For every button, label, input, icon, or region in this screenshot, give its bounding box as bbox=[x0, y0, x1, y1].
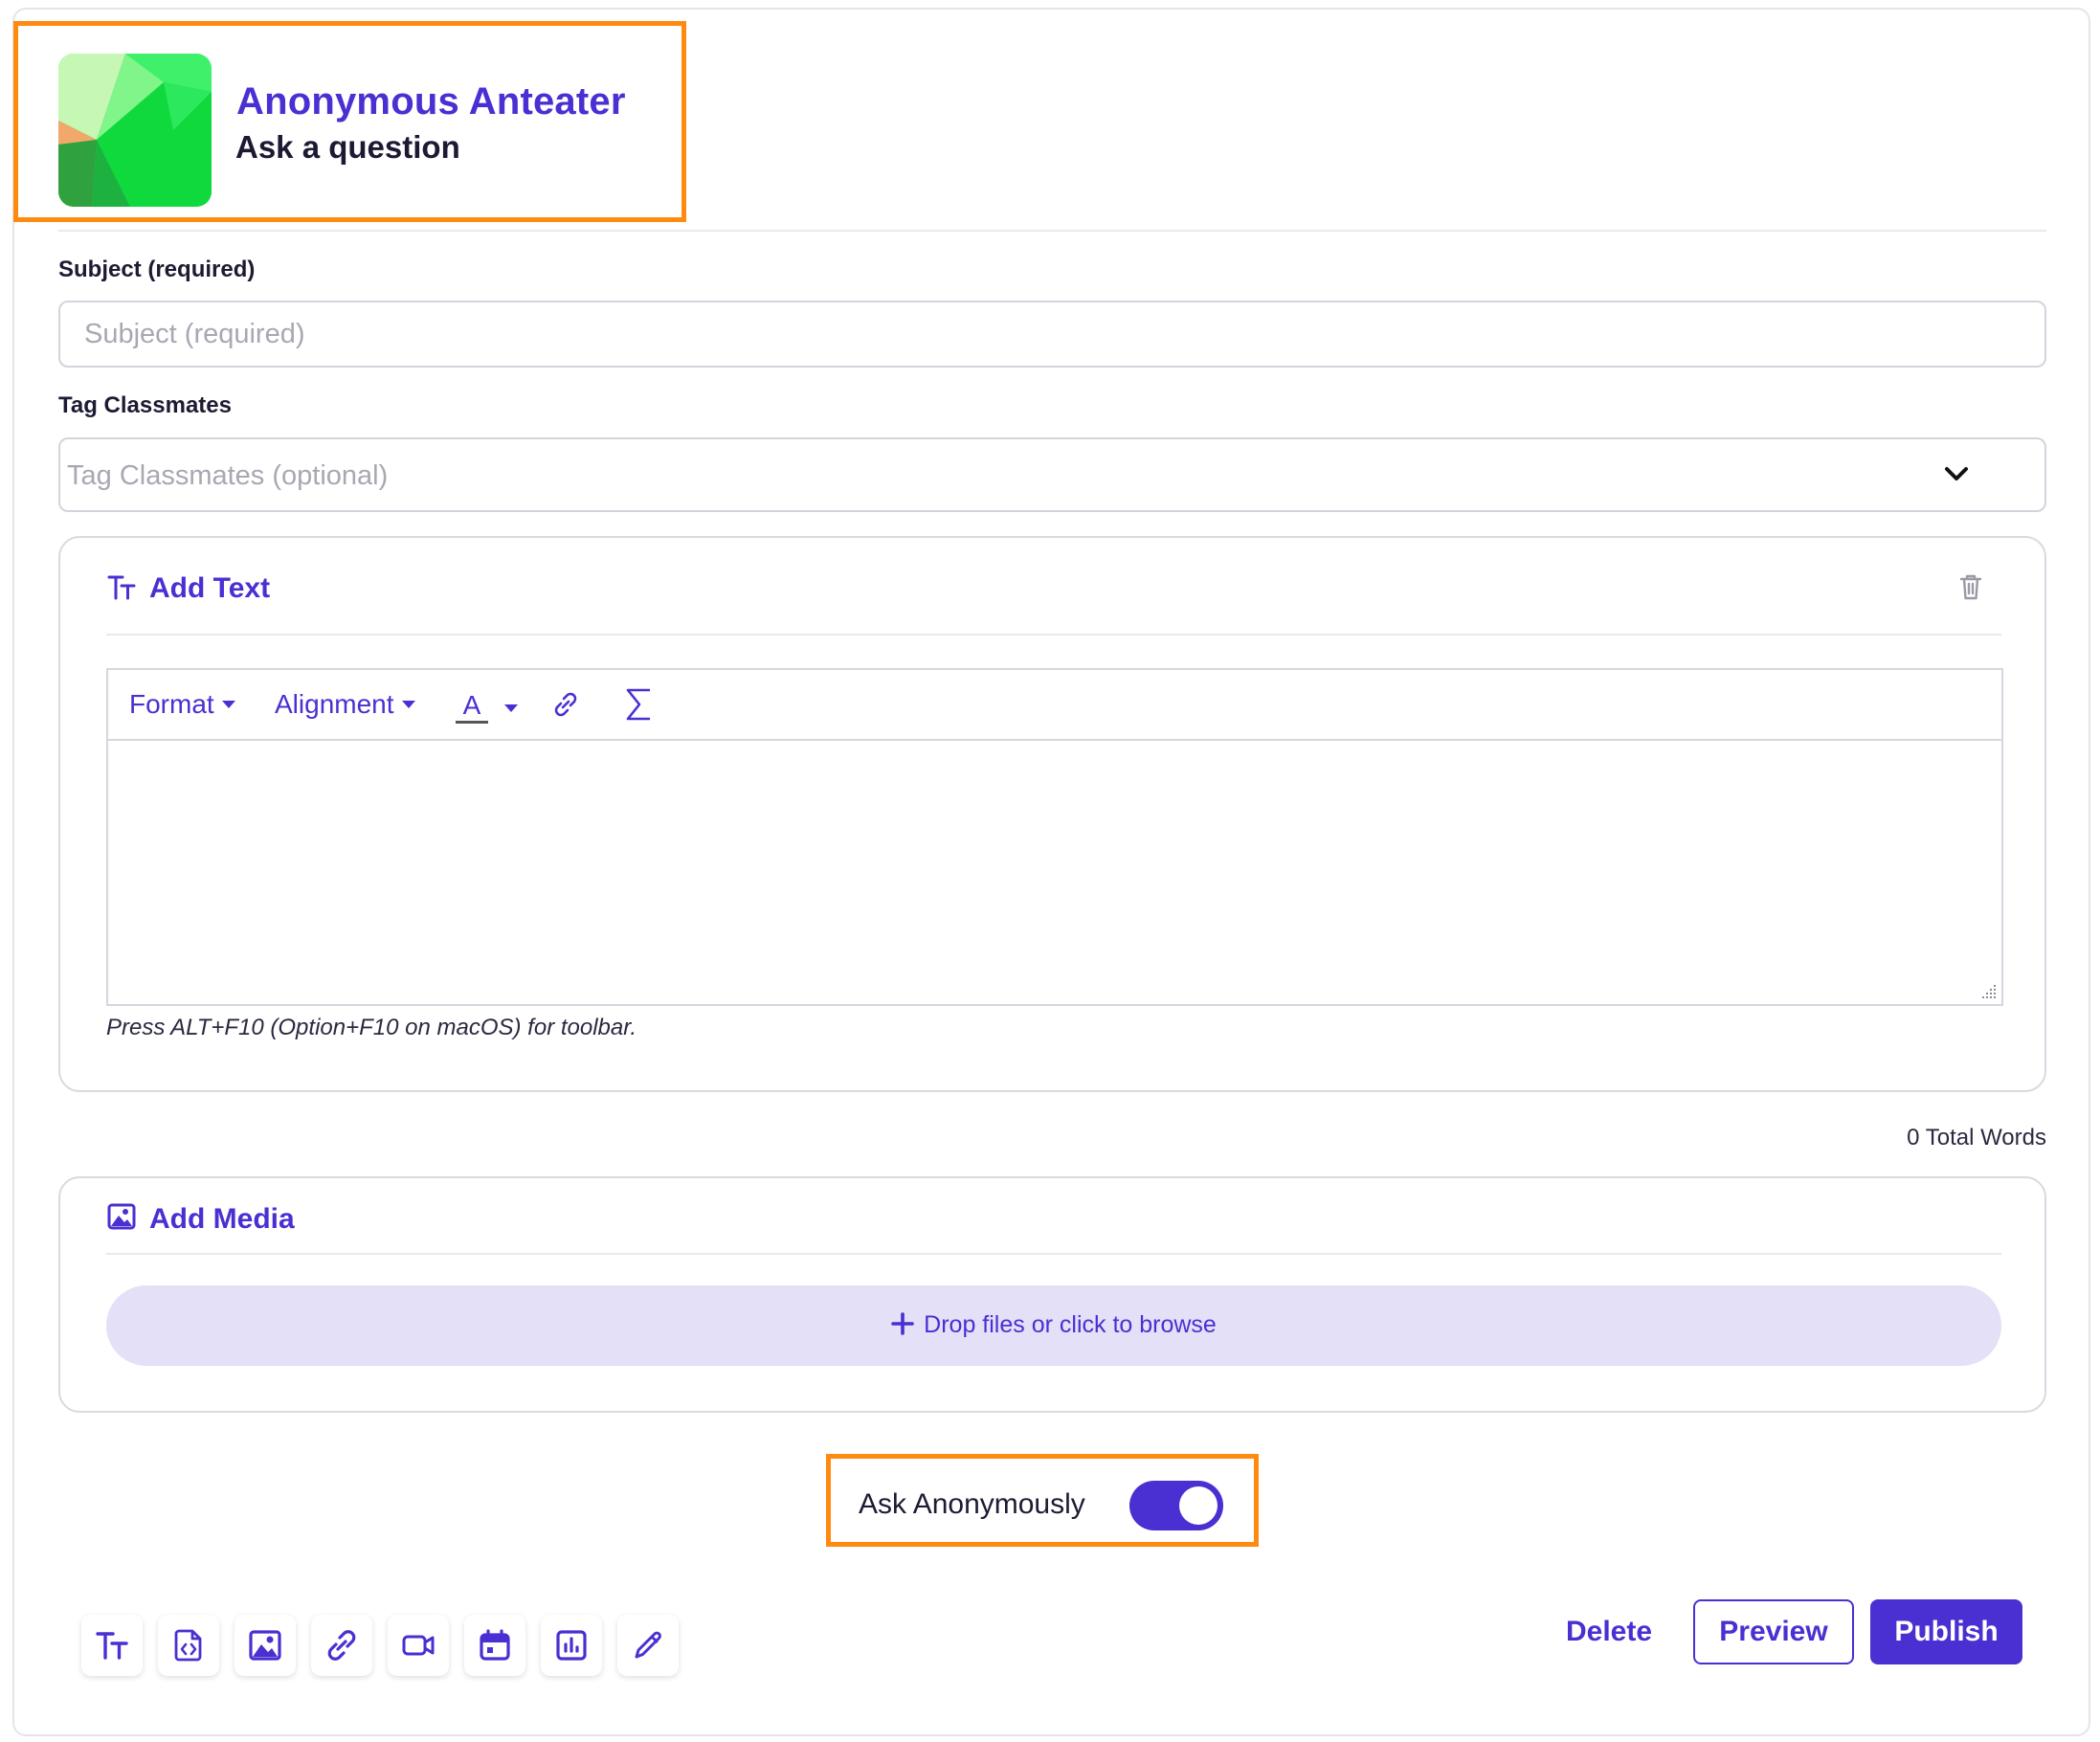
text-color-swatch bbox=[456, 721, 488, 724]
text-block: Add Text Format Alignment A Press ALT+F1… bbox=[58, 536, 2046, 1092]
video-icon bbox=[402, 1635, 435, 1656]
add-link-tool-button[interactable] bbox=[311, 1615, 372, 1676]
add-video-tool-button[interactable] bbox=[388, 1615, 449, 1676]
text-color-caret-icon[interactable] bbox=[504, 704, 518, 713]
format-dropdown[interactable]: Format bbox=[129, 689, 235, 720]
format-dropdown-label: Format bbox=[129, 689, 214, 719]
chevron-down-icon[interactable] bbox=[1943, 464, 1970, 483]
add-text-title: Add Text bbox=[149, 572, 271, 604]
chart-icon bbox=[556, 1630, 587, 1661]
delete-button[interactable]: Delete bbox=[1552, 1599, 1666, 1664]
ask-anonymously-label: Ask Anonymously bbox=[859, 1488, 1085, 1520]
tag-classmates-select[interactable]: Tag Classmates (optional) bbox=[58, 437, 2046, 512]
resize-handle-icon[interactable] bbox=[1978, 981, 1998, 1000]
add-drawing-tool-button[interactable] bbox=[617, 1615, 679, 1676]
link-icon bbox=[327, 1630, 356, 1661]
subject-label: Subject (required) bbox=[58, 257, 256, 282]
page-title: Ask a question bbox=[235, 129, 460, 165]
add-embed-tool-button[interactable] bbox=[158, 1615, 219, 1676]
text-block-divider bbox=[106, 634, 2001, 636]
text-color-button[interactable]: A bbox=[453, 687, 491, 727]
caret-down-icon bbox=[221, 701, 235, 709]
add-image-tool-button[interactable] bbox=[235, 1615, 296, 1676]
trash-icon[interactable] bbox=[1958, 572, 1983, 601]
image-icon bbox=[107, 1203, 136, 1230]
sigma-icon[interactable] bbox=[623, 685, 654, 724]
toggle-knob bbox=[1179, 1486, 1218, 1525]
calendar-icon bbox=[480, 1629, 510, 1661]
header-divider bbox=[58, 230, 2046, 232]
file-dropzone[interactable]: Drop files or click to browse bbox=[106, 1285, 2001, 1366]
editor-toolbar: Format Alignment A bbox=[108, 670, 2001, 741]
dropzone-label: Drop files or click to browse bbox=[924, 1311, 1217, 1338]
word-count: 0 Total Words bbox=[1907, 1125, 2046, 1150]
ask-anonymously-toggle[interactable] bbox=[1129, 1481, 1223, 1530]
plus-icon bbox=[891, 1312, 914, 1335]
pencil-icon bbox=[635, 1631, 661, 1659]
alignment-dropdown[interactable]: Alignment bbox=[275, 689, 415, 720]
editor-body[interactable] bbox=[108, 741, 2001, 1004]
dropzone-content: Drop files or click to browse bbox=[106, 1311, 2001, 1339]
editor-hint: Press ALT+F10 (Option+F10 on macOS) for … bbox=[106, 1015, 637, 1040]
tag-classmates-label: Tag Classmates bbox=[58, 392, 232, 418]
avatar bbox=[58, 54, 212, 207]
media-block-divider bbox=[106, 1253, 2001, 1255]
add-media-title: Add Media bbox=[149, 1203, 295, 1235]
caret-down-icon bbox=[401, 701, 415, 709]
add-poll-tool-button[interactable] bbox=[541, 1615, 602, 1676]
link-icon[interactable] bbox=[548, 687, 583, 722]
user-name: Anonymous Anteater bbox=[236, 80, 626, 123]
add-text-tool-button[interactable] bbox=[81, 1615, 143, 1676]
media-block: Add Media Drop files or click to browse bbox=[58, 1176, 2046, 1413]
preview-button[interactable]: Preview bbox=[1693, 1599, 1854, 1664]
subject-input[interactable] bbox=[58, 301, 2046, 368]
tag-classmates-placeholder: Tag Classmates (optional) bbox=[67, 460, 389, 491]
text-color-glyph: A bbox=[463, 690, 481, 720]
rich-text-editor: Format Alignment A bbox=[106, 668, 2003, 1006]
alignment-dropdown-label: Alignment bbox=[275, 689, 394, 719]
publish-button[interactable]: Publish bbox=[1870, 1599, 2022, 1664]
image-icon bbox=[249, 1630, 281, 1661]
text-format-icon bbox=[107, 575, 136, 600]
add-event-tool-button[interactable] bbox=[464, 1615, 525, 1676]
embed-code-icon bbox=[174, 1629, 202, 1662]
text-format-icon bbox=[96, 1632, 128, 1660]
